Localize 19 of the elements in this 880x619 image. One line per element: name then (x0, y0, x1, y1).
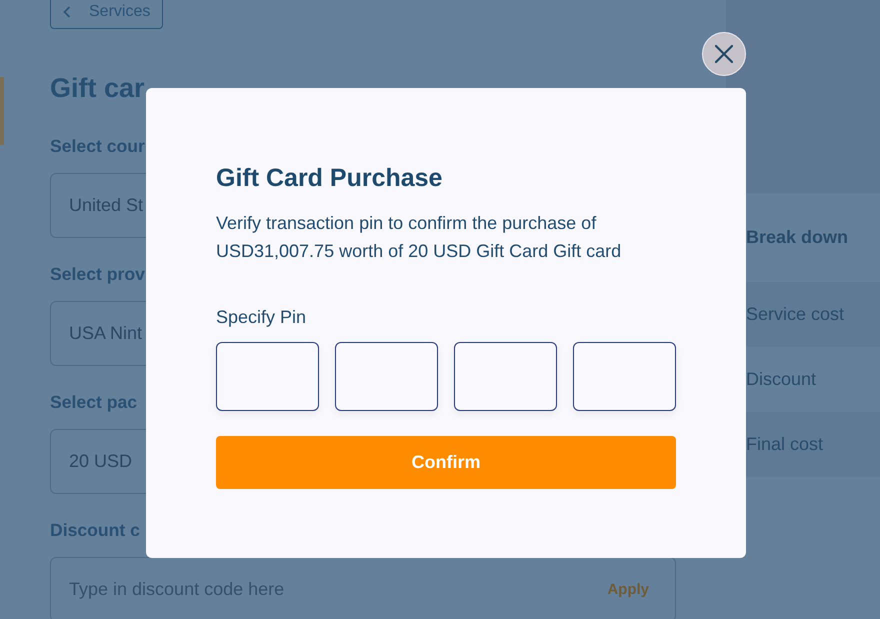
modal-message: Verify transaction pin to confirm the purchase of USD31,007.75 worth of 20 USD Gift Card Gift card (216, 212, 622, 263)
confirm-button[interactable]: Confirm (216, 436, 676, 489)
chevron-left-icon (63, 6, 71, 18)
pin-field[interactable] (573, 342, 676, 411)
close-button[interactable] (702, 32, 746, 76)
accent-bar (0, 77, 4, 145)
apply-button[interactable]: Apply (607, 579, 649, 600)
pin-field[interactable] (216, 342, 319, 411)
close-icon (715, 45, 733, 63)
modal-title: Gift Card Purchase (216, 163, 444, 193)
field-label: Select prov (50, 264, 145, 285)
page-title: Gift car (50, 72, 145, 105)
pin-label: Specify Pin (216, 306, 308, 328)
field-label: Select pac (50, 392, 138, 413)
pin-field[interactable] (335, 342, 438, 411)
field-label: Select cour (50, 136, 145, 157)
pin-field[interactable] (454, 342, 557, 411)
field-label: Discount c (50, 520, 140, 541)
back-button[interactable]: Services (50, 0, 163, 29)
